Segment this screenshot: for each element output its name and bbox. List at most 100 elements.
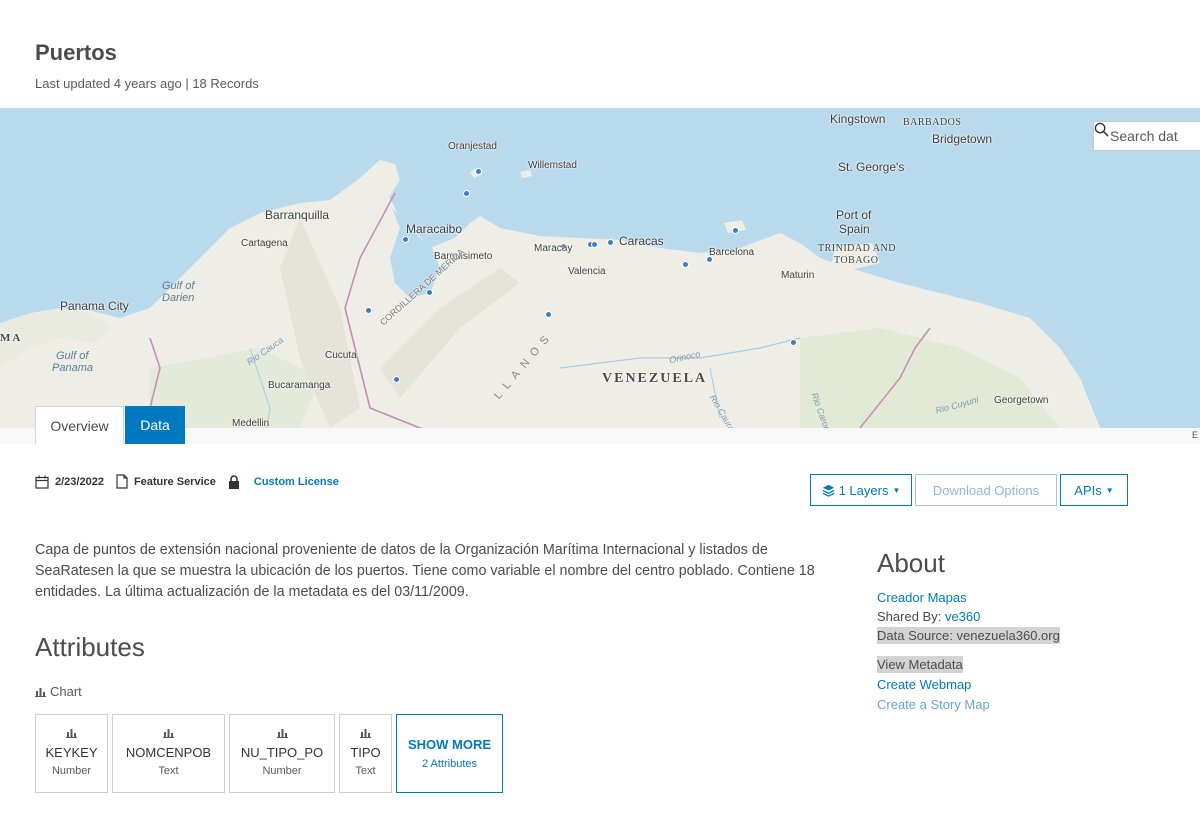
attribute-card[interactable]: NU_TIPO_PO Number (229, 714, 335, 793)
owner-link[interactable]: Creador Mapas (877, 590, 967, 605)
license-item: Custom License (228, 474, 339, 489)
type-value: Feature Service (133, 475, 216, 488)
port-point[interactable] (393, 376, 400, 383)
map-label: Gulf of (162, 280, 195, 292)
port-point[interactable] (732, 227, 739, 234)
map-label: Gulf of (56, 350, 89, 362)
map-label: Willemstad (528, 160, 577, 171)
document-icon (116, 474, 128, 489)
port-point[interactable] (790, 339, 797, 346)
data-source: Data Source: venezuela360.org (877, 627, 1060, 644)
chart-toggle[interactable]: Chart (35, 684, 82, 699)
map-label: Caracas (619, 234, 664, 248)
attribute-type: Number (51, 765, 92, 777)
show-more-count: 2 Attributes (421, 758, 478, 770)
map-label: MA (0, 332, 23, 344)
map-label: Barranquilla (265, 208, 330, 222)
map-label: Panama (52, 362, 93, 374)
caret-down-icon: ▼ (1105, 485, 1114, 495)
attribute-name: KEYKEY (45, 745, 98, 760)
attribute-card[interactable]: KEYKEY Number (35, 714, 108, 793)
map-label: Maracay (534, 243, 573, 254)
calendar-icon (35, 475, 49, 489)
date-item: 2/23/2022 (35, 475, 104, 489)
map-label: Port of (836, 208, 872, 222)
attribute-card[interactable]: TIPO Text (339, 714, 392, 793)
item-info-row: 2/23/2022 Feature Service Custom License (35, 474, 351, 489)
port-point[interactable] (365, 307, 372, 314)
map-label: Cucuta (325, 350, 357, 361)
port-point[interactable] (607, 239, 614, 246)
map-label: Spain (839, 222, 870, 236)
attribute-name: TIPO (350, 745, 381, 760)
map-search-box[interactable]: Search dat (1093, 121, 1200, 151)
about-heading: About (877, 548, 945, 578)
type-item: Feature Service (116, 474, 216, 489)
bar-chart-icon (276, 725, 288, 739)
map-search-input[interactable]: Search dat (1110, 128, 1178, 144)
attribute-name: NOMCENPOB (125, 745, 212, 760)
map-label: Valencia (568, 266, 606, 277)
shared-by: Shared By: ve360 (877, 609, 980, 624)
map-label: BARBADOS (903, 117, 962, 128)
layers-button[interactable]: 1 Layers ▼ (810, 474, 912, 506)
map-label: TRINIDAD AND (818, 243, 896, 254)
attribute-type: Number (262, 765, 302, 777)
layers-button-label: 1 Layers (838, 482, 889, 498)
port-point[interactable] (402, 236, 409, 243)
map-label: VENEZUELA (602, 371, 708, 386)
port-point[interactable] (682, 261, 689, 268)
attribute-card[interactable]: NOMCENPOB Text (112, 714, 225, 793)
caret-down-icon: ▼ (892, 485, 901, 495)
bar-chart-icon (35, 687, 46, 697)
port-point[interactable] (463, 190, 470, 197)
show-more-label: SHOW MORE (407, 737, 492, 752)
map-label: St. George's (838, 160, 905, 174)
chart-label: Chart (50, 684, 82, 699)
map-label: Kingstown (830, 112, 886, 126)
map-label: Panama City (60, 299, 129, 313)
map-view[interactable]: Kingstown BARBADOS Bridgetown Oranjestad… (0, 108, 1200, 444)
map-label: Bridgetown (932, 132, 993, 146)
tab-data[interactable]: Data (125, 406, 185, 444)
attribute-type: Text (158, 765, 179, 777)
map-attribution: E (1191, 430, 1198, 440)
port-point[interactable] (475, 168, 482, 175)
map-label: Maturin (781, 270, 815, 281)
page-title: Puertos (35, 40, 117, 65)
download-options-button[interactable]: Download Options (915, 474, 1057, 506)
map-label: Barcelona (709, 247, 755, 258)
map-label: TOBAGO (834, 255, 879, 266)
page-subtitle: Last updated 4 years ago | 18 Records (35, 76, 259, 91)
create-webmap-link[interactable]: Create Webmap (877, 677, 971, 692)
port-point[interactable] (545, 311, 552, 318)
map-label: Maracaibo (406, 222, 463, 236)
create-story-map-link[interactable]: Create a Story Map (877, 697, 990, 712)
shared-by-label: Shared By: (877, 609, 945, 624)
bar-chart-icon (66, 725, 77, 739)
layers-icon (822, 484, 835, 497)
bar-chart-icon (360, 725, 371, 739)
apis-button-label: APIs (1074, 482, 1102, 498)
map-label: Cartagena (241, 238, 288, 249)
shared-by-link[interactable]: ve360 (945, 609, 980, 624)
bar-chart-icon (163, 725, 174, 739)
date-value: 2/23/2022 (55, 475, 104, 488)
item-description: Capa de puntos de extensión nacional pro… (35, 542, 815, 600)
data-source-text: Data Source: venezuela360.org (877, 627, 1060, 644)
port-point[interactable] (591, 241, 598, 248)
apis-button[interactable]: APIs ▼ (1060, 474, 1128, 506)
map-label: Bucaramanga (268, 380, 331, 391)
license-link[interactable]: Custom License (254, 476, 339, 488)
map-label: Georgetown (994, 395, 1049, 406)
view-metadata-link[interactable]: View Metadata (877, 656, 963, 673)
port-point[interactable] (426, 289, 433, 296)
view-metadata: View Metadata (877, 656, 963, 673)
attribute-type: Text (355, 765, 376, 777)
tab-overview[interactable]: Overview (35, 406, 124, 444)
attribute-name: NU_TIPO_PO (240, 745, 324, 760)
map-label: Darien (162, 292, 195, 304)
map-label: Oranjestad (448, 141, 497, 152)
show-more-attributes-button[interactable]: SHOW MORE 2 Attributes (396, 714, 503, 793)
attributes-heading: Attributes (35, 632, 145, 662)
